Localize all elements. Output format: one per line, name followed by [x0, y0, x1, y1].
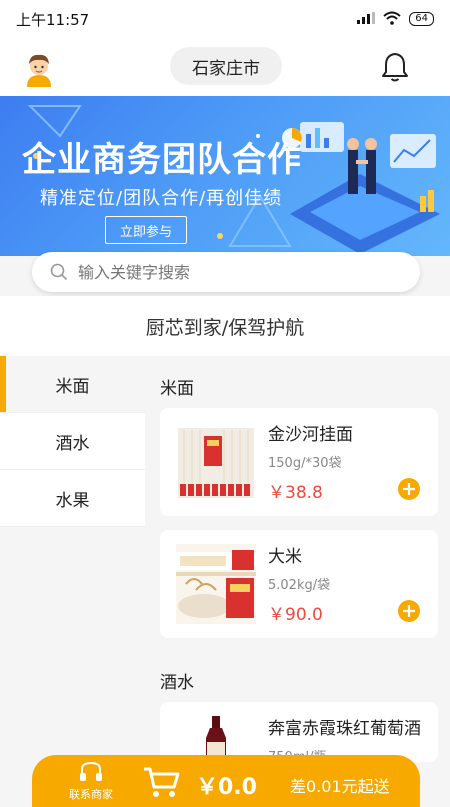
- cart-total: ￥0.0: [196, 775, 257, 800]
- merchant-icon: [80, 761, 102, 781]
- product-card[interactable]: 大米 5.02kg/袋 ￥90.0: [160, 530, 438, 638]
- product-name: 大米: [268, 547, 302, 567]
- search-input[interactable]: [76, 261, 420, 283]
- battery-icon: 64: [409, 12, 434, 26]
- product-price: ￥38.8: [268, 483, 323, 503]
- product-name: 奔富赤霞珠红葡萄酒: [268, 719, 421, 739]
- promo-banner[interactable]: 企业商务团队合作 精准定位/团队合作/再创佳绩 立即参与: [0, 96, 450, 256]
- product-spec: 150g/*30袋: [268, 456, 342, 471]
- business-illustration: [282, 122, 440, 254]
- search-bar[interactable]: [32, 252, 420, 292]
- product-image-noodles: [176, 422, 256, 502]
- category-sidebar: 米面 酒水 水果: [0, 356, 145, 527]
- category-item-drinks[interactable]: 酒水: [0, 413, 145, 470]
- cart-bar: 联系商家 ￥0.0 差0.01元起送: [32, 755, 420, 807]
- banner-title: 企业商务团队合作: [22, 140, 302, 180]
- group-label: 米面: [160, 379, 194, 399]
- header: 石家庄市: [0, 38, 450, 96]
- join-now-button[interactable]: 立即参与: [105, 216, 187, 244]
- product-card[interactable]: 金沙河挂面 150g/*30袋 ￥38.8: [160, 408, 438, 516]
- wifi-icon: [383, 11, 401, 28]
- category-item-fruit[interactable]: 水果: [0, 470, 145, 527]
- add-to-cart-button[interactable]: [398, 600, 420, 622]
- product-card[interactable]: 奔富赤霞珠红葡萄酒 750ml/瓶: [160, 702, 438, 765]
- signal-icon: [357, 11, 376, 27]
- product-price: ￥90.0: [268, 605, 323, 625]
- search-icon: [50, 263, 68, 281]
- avatar[interactable]: [20, 49, 58, 87]
- group-label: 酒水: [160, 673, 194, 693]
- status-time: 上午11:57: [16, 10, 90, 29]
- section-title: 厨芯到家/保驾护航: [0, 296, 450, 356]
- bell-icon[interactable]: [380, 51, 410, 83]
- category-item-rice-noodles[interactable]: 米面: [0, 356, 145, 413]
- status-icons: 64: [357, 11, 434, 28]
- minimum-order-note: 差0.01元起送: [290, 777, 390, 796]
- product-name: 金沙河挂面: [268, 425, 353, 445]
- product-spec: 5.02kg/袋: [268, 578, 331, 593]
- plus-icon: [403, 605, 415, 617]
- status-bar: 上午11:57 64: [0, 0, 450, 38]
- contact-merchant-button[interactable]: 联系商家: [60, 761, 122, 802]
- plus-icon: [403, 483, 415, 495]
- cart-icon[interactable]: [142, 765, 182, 799]
- product-image-rice: [176, 544, 256, 624]
- city-selector[interactable]: 石家庄市: [170, 47, 282, 85]
- add-to-cart-button[interactable]: [398, 478, 420, 500]
- banner-subtitle: 精准定位/团队合作/再创佳绩: [40, 188, 283, 209]
